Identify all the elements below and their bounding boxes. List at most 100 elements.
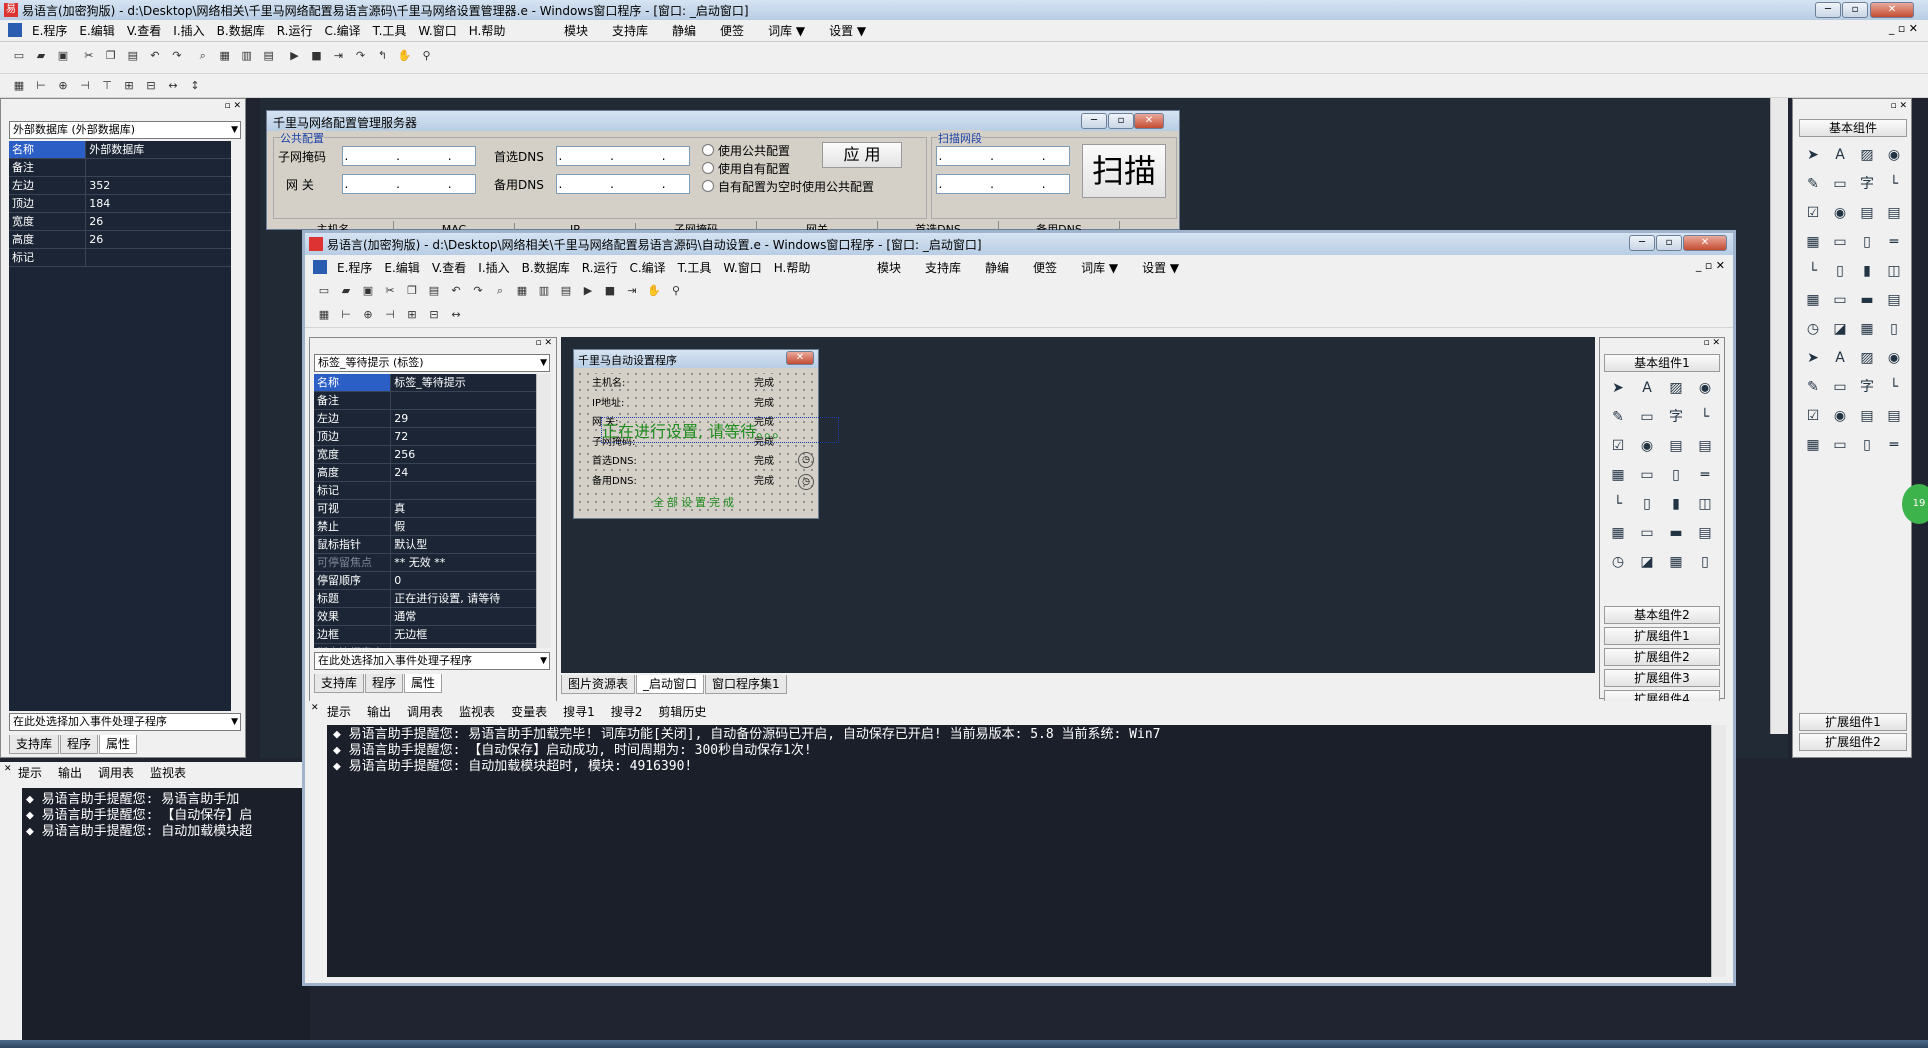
component-icon[interactable]: ✎: [1803, 174, 1823, 194]
menu-right-item[interactable]: 便签: [708, 21, 756, 41]
component-icon[interactable]: ◷: [1803, 319, 1823, 339]
tab[interactable]: 支持库: [9, 735, 60, 754]
tab[interactable]: 窗口程序集1: [705, 675, 787, 694]
component-icon[interactable]: ➤: [1803, 348, 1823, 368]
component-icon[interactable]: ▦: [1608, 465, 1628, 485]
menu-item[interactable]: E.程序: [26, 21, 73, 41]
menu-right-item[interactable]: 便签: [1021, 258, 1069, 278]
component-icon[interactable]: ▦: [1803, 232, 1823, 252]
menu-item[interactable]: W.窗口: [717, 258, 767, 278]
gateway-field[interactable]: . . .: [342, 174, 476, 194]
bottom-tab[interactable]: 变量表: [511, 705, 547, 719]
bottom-tab[interactable]: 剪辑历史: [658, 705, 706, 719]
radio-public[interactable]: 使用公共配置: [702, 142, 790, 159]
inner-comp-controls[interactable]: ▫ ✕: [1703, 338, 1720, 348]
property-value[interactable]: 72: [391, 428, 536, 445]
component-icon[interactable]: ◉: [1695, 378, 1715, 398]
dns2-field[interactable]: . . .: [556, 174, 690, 194]
component-icon[interactable]: ◫: [1884, 261, 1904, 281]
inner-align-right-icon[interactable]: ⊣: [382, 307, 398, 323]
property-value[interactable]: 256: [391, 446, 536, 463]
undo-icon[interactable]: ↶: [147, 48, 163, 64]
component-icon[interactable]: ═: [1884, 435, 1904, 455]
property-value[interactable]: 外部数据库: [86, 141, 231, 158]
form-maximize-button[interactable]: ▫: [1108, 113, 1134, 129]
tab[interactable]: 图片资源表: [561, 675, 636, 694]
bottom-tab[interactable]: 输出: [58, 766, 82, 780]
property-row[interactable]: 宽度 26: [9, 213, 231, 231]
component-icon[interactable]: ▭: [1830, 377, 1850, 397]
align-top-icon[interactable]: ⊤: [99, 78, 115, 94]
property-row[interactable]: 边框 无边框: [314, 626, 536, 644]
property-value[interactable]: [86, 159, 231, 176]
inner-output-scrollbar[interactable]: [1711, 725, 1726, 977]
inner-basic-components-1[interactable]: 基本组件1: [1604, 354, 1720, 372]
component-icon[interactable]: ▤: [1884, 203, 1904, 223]
bottom-tab[interactable]: 提示: [327, 705, 351, 719]
menu-right-item[interactable]: 静编: [973, 258, 1021, 278]
menu-item[interactable]: R.运行: [271, 21, 319, 41]
mask-field[interactable]: . . .: [342, 146, 476, 166]
bottom-tab[interactable]: 调用表: [407, 705, 443, 719]
panel-controls[interactable]: ▫ ✕: [224, 101, 241, 111]
comp-panel-controls[interactable]: ▫ ✕: [1890, 101, 1907, 111]
component-icon[interactable]: ◫: [1695, 494, 1715, 514]
property-value[interactable]: 标签_等待提示: [391, 374, 536, 391]
component-icon[interactable]: ▤: [1884, 290, 1904, 310]
minimize-button[interactable]: ─: [1815, 2, 1841, 18]
inner-grid-icon[interactable]: ▦: [316, 307, 332, 323]
inner-undo-icon[interactable]: ↶: [448, 283, 464, 299]
inner-close-button[interactable]: ✕: [1683, 235, 1727, 251]
bottom-tab[interactable]: 监视表: [459, 705, 495, 719]
property-value[interactable]: 8: [391, 644, 536, 648]
component-icon[interactable]: 字: [1666, 407, 1686, 427]
component-icon[interactable]: 字: [1857, 377, 1877, 397]
tab[interactable]: _启动窗口: [636, 675, 705, 694]
component-icon[interactable]: ▦: [1666, 552, 1686, 572]
tab[interactable]: 程序: [60, 735, 99, 754]
menu-item[interactable]: W.窗口: [412, 21, 462, 41]
same-width-icon[interactable]: ⊞: [121, 78, 137, 94]
menu-item[interactable]: V.查看: [121, 21, 167, 41]
menu-item[interactable]: E.程序: [331, 258, 378, 278]
radio-own[interactable]: 使用自有配置: [702, 160, 790, 177]
menu-item[interactable]: R.运行: [576, 258, 624, 278]
redo-icon[interactable]: ↷: [169, 48, 185, 64]
component-icon[interactable]: ▦: [1803, 435, 1823, 455]
inner-minimize-button[interactable]: ─: [1629, 235, 1655, 251]
component-icon[interactable]: ▯: [1857, 232, 1877, 252]
property-row[interactable]: 鼠标指针 默认型: [314, 536, 536, 554]
inner-redo-icon[interactable]: ↷: [470, 283, 486, 299]
property-row[interactable]: 左边 352: [9, 177, 231, 195]
component-group-button[interactable]: 扩展组件1: [1604, 627, 1720, 645]
component-icon[interactable]: ▯: [1666, 465, 1686, 485]
component-icon[interactable]: ✎: [1608, 407, 1628, 427]
inner-open-icon[interactable]: ▰: [338, 283, 354, 299]
inner-prop-scrollbar[interactable]: [536, 374, 551, 648]
component-icon[interactable]: ▤: [1666, 436, 1686, 456]
component-icon[interactable]: ▬: [1857, 290, 1877, 310]
component-icon[interactable]: └: [1695, 407, 1715, 427]
inner-layout3-icon[interactable]: ▤: [558, 283, 574, 299]
component-icon[interactable]: ▦: [1857, 319, 1877, 339]
save-icon[interactable]: ▣: [55, 48, 71, 64]
inner-mdi-controls[interactable]: _ ▫ ✕: [1696, 259, 1725, 272]
form-minimize-button[interactable]: ─: [1081, 113, 1107, 129]
component-icon[interactable]: ▭: [1830, 290, 1850, 310]
new-file-icon[interactable]: ▭: [11, 48, 27, 64]
inner-panel-controls[interactable]: ▫ ✕: [535, 338, 552, 348]
component-icon[interactable]: ☑: [1803, 406, 1823, 426]
align-right-icon[interactable]: ⊣: [77, 78, 93, 94]
property-row[interactable]: 标题 正在进行设置, 请等待: [314, 590, 536, 608]
component-icon[interactable]: └: [1884, 377, 1904, 397]
menu-right-item[interactable]: 词库 ▼: [756, 21, 817, 41]
inner-hand-icon[interactable]: ✋: [646, 283, 662, 299]
mdi-controls[interactable]: _ ▫ ✕: [1889, 22, 1918, 35]
property-value[interactable]: 26: [86, 231, 231, 248]
inner-bottom-close[interactable]: ✕: [311, 703, 319, 713]
outer-ext-components-1[interactable]: 扩展组件1: [1799, 713, 1907, 731]
layout1-icon[interactable]: ▦: [217, 48, 233, 64]
component-icon[interactable]: ✎: [1803, 377, 1823, 397]
waiting-label[interactable]: 正在进行设置, 请等待。。。: [601, 417, 839, 443]
apply-button[interactable]: 应 用: [822, 142, 902, 168]
